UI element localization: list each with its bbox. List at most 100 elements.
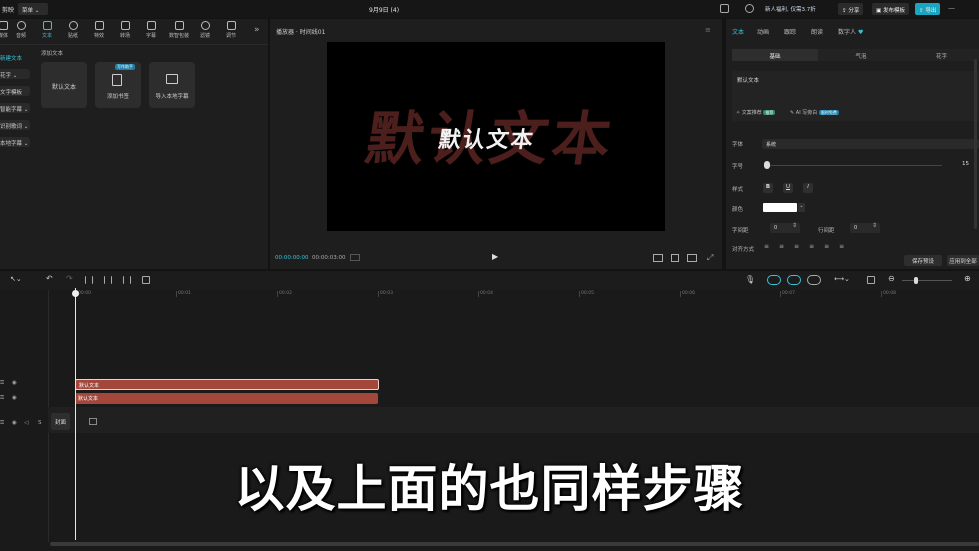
tool-effects[interactable]: 特效 xyxy=(88,21,110,39)
tab-animation[interactable]: 动画 xyxy=(757,27,769,36)
export-button[interactable]: ⇧ 导出 xyxy=(915,3,941,15)
snap-icon[interactable]: ⟷⌄ xyxy=(834,275,850,283)
ai-narration-button[interactable]: ✎ AI 写旁白 限时免费 xyxy=(790,109,839,116)
sidebar-item-lyrics[interactable]: 识别歌词 ⌄ xyxy=(0,120,30,130)
text-clip[interactable]: 默认文本 xyxy=(75,379,379,390)
chevron-down-icon[interactable]: ⌄ xyxy=(798,203,805,212)
lock-icon[interactable]: ⚿ xyxy=(0,395,4,402)
lock-icon[interactable]: ⚿ xyxy=(0,420,4,427)
layout-icon[interactable] xyxy=(720,4,729,13)
bold-button[interactable]: B xyxy=(763,183,773,193)
crop-icon[interactable] xyxy=(671,254,679,262)
sidebar-item-fancy-text[interactable]: 花字 ⌄ xyxy=(0,69,30,79)
select-tool-icon[interactable]: ↖⌄ xyxy=(10,275,22,283)
size-slider[interactable] xyxy=(764,165,942,166)
ratio-icon[interactable] xyxy=(653,254,663,262)
lock-icon[interactable]: ⚿ xyxy=(0,380,4,387)
text-clip[interactable]: 默认文本 xyxy=(75,393,378,404)
subtab-fancy[interactable]: 花字 xyxy=(904,49,979,61)
tile-default-text[interactable]: 默认文本 xyxy=(41,62,87,108)
link-icon[interactable] xyxy=(787,275,801,285)
sidebar-item-text-template[interactable]: 文字模板 xyxy=(0,86,30,96)
split-icon[interactable] xyxy=(85,276,93,284)
subtab-bubble[interactable]: 气泡 xyxy=(818,49,904,61)
microphone-icon[interactable]: 🎙 xyxy=(745,275,755,284)
film-icon xyxy=(89,418,97,425)
cover-button[interactable]: 封面 xyxy=(51,413,70,430)
transition-icon xyxy=(120,21,130,30)
publish-template-button[interactable]: ▣ 发布模板 xyxy=(872,3,909,15)
playhead-handle[interactable] xyxy=(72,290,79,297)
tab-tracking[interactable]: 跟踪 xyxy=(784,27,796,36)
sidebar-item-smart-caption[interactable]: 智能字幕 ⌄ xyxy=(0,103,30,113)
tool-adjust[interactable]: 调节 xyxy=(220,21,242,39)
speaker-icon[interactable]: ◁ xyxy=(24,420,28,426)
subtab-basic[interactable]: 基础 xyxy=(732,49,818,61)
text-input[interactable]: 默认文本 ✧ 文案推荐 推荐 ✎ AI 写旁白 限时免费 xyxy=(732,71,979,121)
italic-button[interactable]: I xyxy=(803,183,813,193)
undo-icon[interactable]: ↶ xyxy=(46,274,53,283)
s-icon[interactable]: S xyxy=(38,420,42,426)
tile-bookmark[interactable]: 写作助手 添加书签 xyxy=(95,62,141,108)
underline-button[interactable]: U xyxy=(783,183,793,193)
caption-track-icon[interactable] xyxy=(867,276,875,284)
split-left-icon[interactable] xyxy=(104,276,112,284)
tool-sticker[interactable]: 贴纸 xyxy=(62,21,84,39)
menu-dropdown[interactable]: 菜单 ⌄ xyxy=(18,3,48,15)
zoom-out-icon[interactable]: ⊖ xyxy=(888,274,895,283)
minimize-icon[interactable]: — xyxy=(948,4,955,12)
video-preview[interactable]: 默认文本 默认文本 xyxy=(327,42,665,231)
play-icon[interactable]: ▶ xyxy=(492,252,498,261)
tool-caption[interactable]: 字幕 xyxy=(140,21,162,39)
document-icon xyxy=(112,74,122,86)
font-select[interactable]: 系统 xyxy=(762,139,979,149)
more-tools-icon[interactable]: » xyxy=(254,25,260,35)
save-preset-button[interactable]: 保存预设 xyxy=(904,255,942,266)
current-time: 00:00:00:00 xyxy=(275,255,309,261)
tool-package[interactable]: 数智包装 xyxy=(166,21,192,39)
zoom-slider-handle[interactable] xyxy=(914,277,918,284)
zoom-in-icon[interactable]: ⊕ xyxy=(964,274,971,283)
stepper-icon[interactable]: ⇕ xyxy=(872,222,877,229)
sidebar-item-new-text[interactable]: 新建文本 xyxy=(0,52,30,62)
eye-icon[interactable]: ◉ xyxy=(12,380,17,386)
apply-all-button[interactable]: 应用到全部 xyxy=(947,255,979,266)
tab-text[interactable]: 文本 xyxy=(732,27,744,36)
promo-link[interactable]: 新人福利, 仅需3.7折 xyxy=(765,5,816,13)
tile-import-caption[interactable]: 导入本地字幕 xyxy=(149,62,195,108)
eye-icon[interactable]: ◉ xyxy=(12,420,17,426)
preview-text[interactable]: 默认文本 xyxy=(437,122,538,154)
timeline-scrollbar[interactable] xyxy=(50,542,979,546)
copy-suggest-button[interactable]: ✧ 文案推荐 推荐 xyxy=(736,109,776,116)
tool-filter[interactable]: 滤镜 xyxy=(194,21,216,39)
player-menu-icon[interactable]: ≡ xyxy=(705,26,711,34)
redo-icon[interactable]: ↷ xyxy=(66,274,73,283)
settings-icon[interactable] xyxy=(745,4,754,13)
stepper-icon[interactable]: ⇕ xyxy=(792,222,797,229)
split-right-icon[interactable] xyxy=(123,276,131,284)
marker-icon[interactable] xyxy=(350,254,360,261)
zoom-slider[interactable] xyxy=(902,280,952,281)
share-button[interactable]: ⇪ 分享 xyxy=(838,3,864,15)
inspector-scrollbar[interactable] xyxy=(974,59,977,229)
tool-transition[interactable]: 转场 xyxy=(114,21,136,39)
timeline-panel: ↖⌄ ↶ ↷ 🎙 ⟷⌄ ⊖ ⊕ 00:00 00:01 00:02 00:03 … xyxy=(0,271,979,551)
magnet-icon[interactable] xyxy=(767,275,781,285)
tool-audio[interactable]: 音频 xyxy=(10,21,32,39)
tool-text[interactable]: 文本 xyxy=(36,21,58,39)
delete-icon[interactable] xyxy=(142,276,150,284)
eye-icon[interactable]: ◉ xyxy=(12,395,17,401)
size-slider-handle[interactable] xyxy=(764,161,770,169)
align-buttons[interactable]: ≡≡≡≡≡≡ xyxy=(764,243,854,250)
sidebar-item-local-caption[interactable]: 本地字幕 ⌄ xyxy=(0,137,30,147)
quality-icon[interactable] xyxy=(687,254,697,262)
tab-read-aloud[interactable]: 朗读 xyxy=(811,27,823,36)
effects-icon xyxy=(94,21,104,30)
tab-digital-human[interactable]: 数字人 ♥ xyxy=(838,27,863,36)
fullscreen-icon[interactable]: ⤢ xyxy=(707,253,713,263)
time-ruler[interactable]: 00:00 00:01 00:02 00:03 00:04 00:05 00:0… xyxy=(48,290,979,300)
size-value[interactable]: 15 xyxy=(962,161,969,167)
color-swatch[interactable] xyxy=(763,203,797,212)
font-label: 字体 xyxy=(732,142,744,148)
preview-axis-icon[interactable] xyxy=(807,275,821,285)
